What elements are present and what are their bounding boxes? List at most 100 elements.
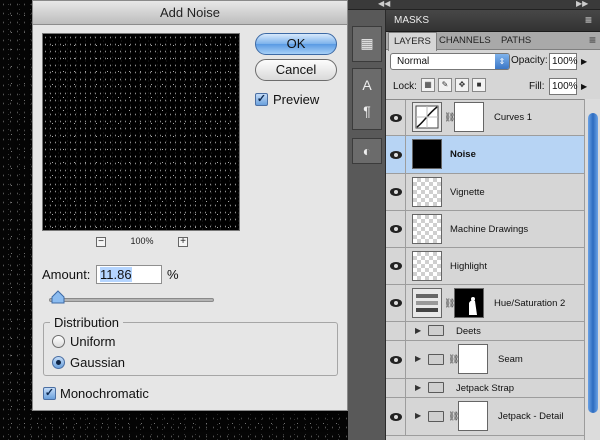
layer-row-jetpack-strap[interactable]: ▶ Jetpack Strap [386,379,584,398]
triangle-right-icon[interactable]: ▶ [415,411,421,420]
opacity-label: Opacity: [511,55,548,66]
folder-icon [428,382,444,393]
layer-name: Highlight [450,261,487,272]
layer-mask-thumbnail[interactable] [454,102,484,132]
eye-icon[interactable] [390,413,402,421]
eye-icon[interactable] [390,356,402,364]
masks-panel-icon[interactable]: ▦ [357,34,377,52]
dialog-title: Add Noise [33,1,347,25]
curves-adjustment-icon [412,102,442,132]
monochromatic-label: Monochromatic [60,386,149,401]
layer-name: Machine Drawings [450,224,529,235]
layer-mask-thumbnail[interactable] [458,344,488,374]
zoom-out-button[interactable]: − [96,237,106,247]
adjustments-panel-icon[interactable]: ◐ [357,142,377,160]
uniform-label: Uniform [70,334,116,349]
triangle-right-icon[interactable]: ▶ [415,383,421,392]
eye-icon[interactable] [390,262,402,270]
tab-channels[interactable]: CHANNELS [434,32,496,50]
layer-name: Hue/Saturation 2 [494,298,566,309]
amount-slider-track[interactable] [49,298,214,302]
layer-row-noise[interactable]: Noise [386,136,584,174]
amount-label: Amount: [42,267,91,282]
character-panel-icon[interactable]: A [357,76,377,94]
opacity-dropdown-icon[interactable]: ▶ [581,57,587,66]
triangle-right-icon[interactable]: ▶ [415,326,421,335]
layer-list: ⛓ Curves 1 Noise Vignette Machine Drawin… [386,99,584,440]
panel-tabs: LAYERS CHANNELS PATHS ≡ [386,32,600,51]
visibility-cell[interactable] [386,341,406,378]
panel-dock-column: ▦ A ¶ ◐ [348,10,386,440]
layer-row-curves-1[interactable]: ⛓ Curves 1 [386,100,584,136]
visibility-cell[interactable] [386,136,406,173]
lock-pixels-icon[interactable]: ✎ [438,78,452,92]
layer-row-vignette[interactable]: Vignette [386,174,584,211]
layer-name: Jetpack - Detail [498,411,564,422]
amount-value: 11.86 [100,267,132,282]
eye-icon[interactable] [390,225,402,233]
visibility-cell[interactable] [386,398,406,435]
layer-row-hue-saturation-2[interactable]: ⛓ Hue/Saturation 2 [386,285,584,322]
lock-label: Lock: [393,81,417,92]
chevron-updown-icon: ⇕ [495,54,509,69]
layer-name: Curves 1 [494,112,533,123]
visibility-cell[interactable] [386,100,406,135]
layer-row-seam[interactable]: ▶ ⛓ Seam [386,341,584,379]
visibility-cell[interactable] [386,322,406,340]
noise-preview[interactable] [42,33,240,231]
eye-icon[interactable] [390,114,402,122]
amount-slider-thumb[interactable] [51,290,65,304]
zoom-in-button[interactable]: + [178,237,188,247]
folder-icon [428,354,444,365]
layer-row-deets[interactable]: ▶ Deets [386,322,584,341]
blend-mode-select[interactable]: Normal ⇕ [390,53,510,70]
layer-row-highlight[interactable]: Highlight [386,248,584,285]
tab-layers[interactable]: LAYERS [388,32,437,51]
fill-dropdown-icon[interactable]: ▶ [581,82,587,91]
collapse-left-icon[interactable]: ◀◀ [378,0,390,8]
preview-checkbox[interactable]: ✓ [255,93,268,106]
amount-unit: % [167,267,179,282]
lock-position-icon[interactable]: ✥ [455,78,469,92]
amount-input[interactable]: 11.86 [96,265,162,284]
eye-icon[interactable] [390,188,402,196]
layer-name: Noise [450,149,476,160]
opacity-input[interactable]: 100% [549,53,578,70]
collapse-right-icon[interactable]: ▶▶ [576,0,588,8]
tab-paths[interactable]: PATHS [496,32,536,50]
lock-transparency-icon[interactable]: ▦ [421,78,435,92]
paragraph-panel-icon[interactable]: ¶ [357,102,377,120]
layer-row-machine-drawings[interactable]: Machine Drawings [386,211,584,248]
layer-row-jetpack-detail[interactable]: ▶ ⛓ Jetpack - Detail [386,398,584,436]
masks-panel-header[interactable]: MASKS ≡ [386,10,600,32]
scrollbar-thumb[interactable] [588,113,598,413]
zoom-level: 100% [130,236,154,246]
masks-menu-icon[interactable]: ≡ [585,13,592,27]
eye-icon[interactable] [390,299,402,307]
ok-button[interactable]: OK [255,33,337,55]
eye-icon[interactable] [390,151,402,159]
visibility-cell[interactable] [386,211,406,247]
visibility-cell[interactable] [386,379,406,397]
hue-saturation-adjustment-icon [412,288,442,318]
layer-mask-thumbnail[interactable] [454,288,484,318]
distribution-label: Distribution [50,315,124,330]
cancel-button[interactable]: Cancel [255,59,337,81]
panel-menu-icon[interactable]: ≡ [589,33,596,47]
masks-tab[interactable]: MASKS [394,15,429,26]
layer-mask-thumbnail[interactable] [458,401,488,431]
monochromatic-checkbox[interactable]: ✓ [43,387,56,400]
lock-all-icon[interactable]: ■ [472,78,486,92]
layer-thumbnail [412,214,442,244]
uniform-radio[interactable] [52,335,65,348]
gaussian-radio[interactable] [52,356,65,369]
layer-name: Vignette [450,187,485,198]
layer-thumbnail [412,251,442,281]
fill-input[interactable]: 100% [549,78,578,95]
visibility-cell[interactable] [386,174,406,210]
visibility-cell[interactable] [386,285,406,321]
layer-name: Seam [498,354,523,365]
visibility-cell[interactable] [386,248,406,284]
triangle-right-icon[interactable]: ▶ [415,354,421,363]
layers-scrollbar[interactable] [584,99,600,440]
